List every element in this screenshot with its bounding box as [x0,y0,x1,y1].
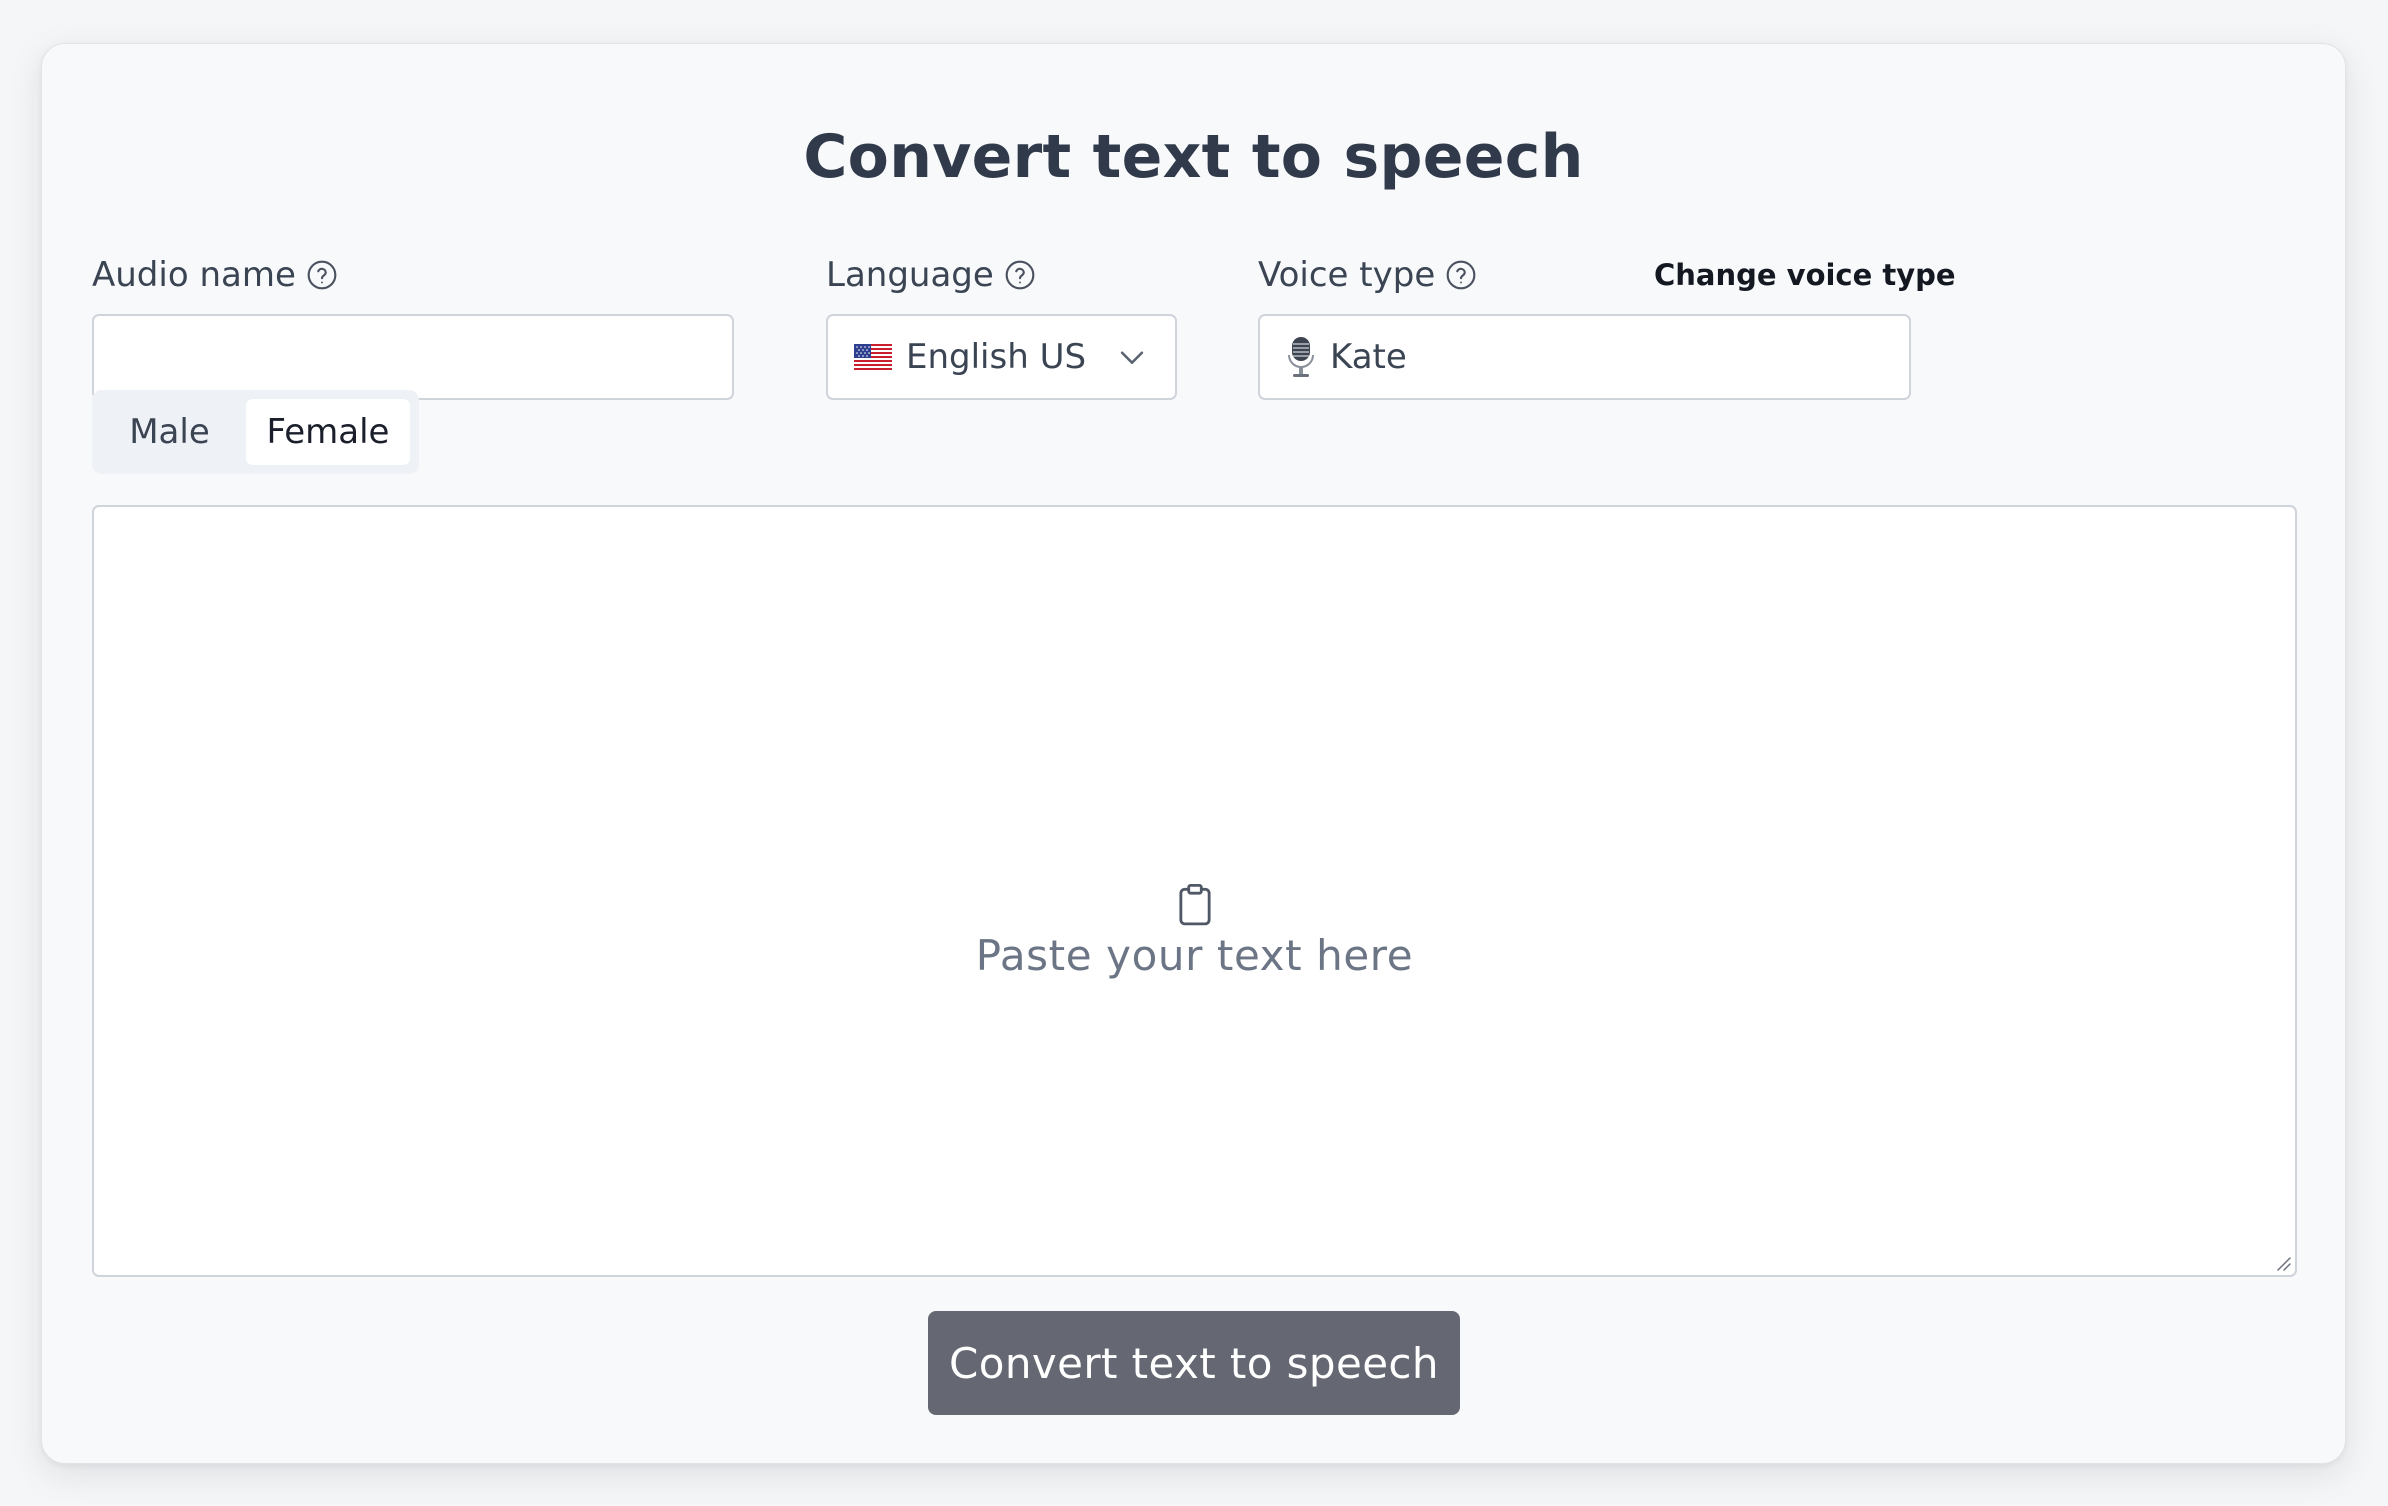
gender-option-female[interactable]: Female [246,399,410,465]
change-voice-type-link[interactable]: Change voice type [1654,255,1956,295]
voice-type-inner[interactable]: Kate [1260,316,1909,398]
help-icon[interactable] [1004,259,1036,291]
voice-type-label-text: Voice type [1258,255,1436,295]
language-label-text: Language [826,255,994,295]
chevron-down-icon [1115,340,1149,374]
gender-toggle: Male Female [92,390,419,474]
audio-name-input[interactable] [94,316,732,398]
microphone-icon [1286,335,1316,379]
voice-type-label: Voice type [1258,253,1477,297]
us-flag-icon [854,344,892,370]
language-selected-value: English US [906,337,1087,377]
voice-type-field[interactable]: Kate [1258,314,1911,400]
help-icon[interactable] [306,259,338,291]
text-input[interactable] [94,507,2295,1275]
language-select[interactable]: English US [826,314,1177,400]
language-label: Language [826,253,1036,297]
audio-name-field[interactable] [92,314,734,400]
gender-option-male[interactable]: Male [101,399,238,465]
help-icon[interactable] [1445,259,1477,291]
page-title: Convert text to speech [803,122,1584,192]
resize-handle-icon[interactable] [2274,1254,2292,1272]
language-select-inner[interactable]: English US [828,316,1175,398]
convert-button[interactable]: Convert text to speech [928,1311,1460,1415]
audio-name-label-text: Audio name [92,255,296,295]
text-input-area[interactable]: Paste your text here [92,505,2297,1277]
audio-name-label: Audio name [92,253,338,297]
voice-selected-value: Kate [1330,337,1407,377]
text-to-speech-card: Convert text to speech Audio name Langua… [41,43,2346,1464]
